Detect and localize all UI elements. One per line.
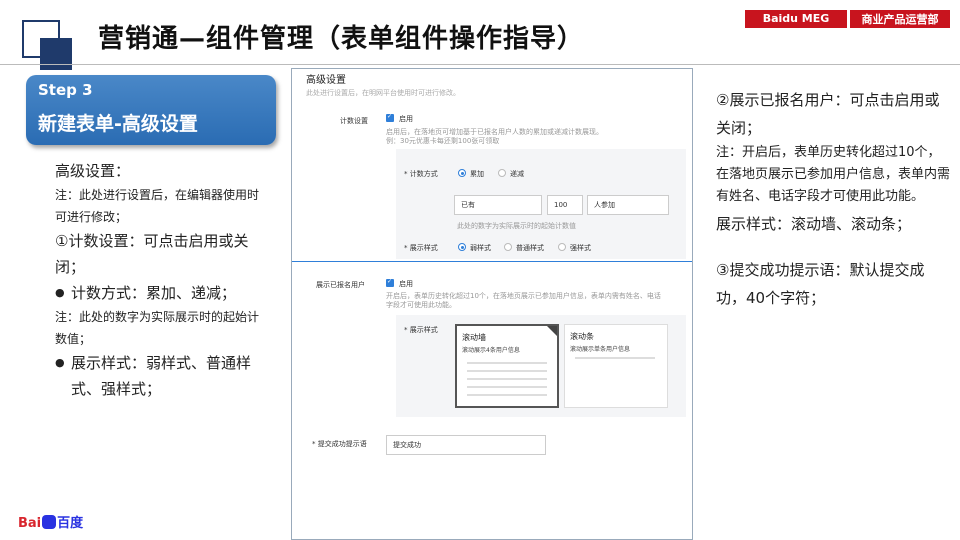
submit-tip-field[interactable]: 提交成功 — [386, 435, 546, 455]
note-show-users: ②展示已报名用户：可点击启用或关闭； — [716, 91, 940, 137]
bar-row — [575, 357, 655, 359]
baidu-meg-tag: Baidu MEG — [745, 10, 847, 28]
number-hint: 此处的数字为实际展示时的起始计数值 — [457, 222, 576, 230]
logo-square-filled — [40, 38, 72, 70]
wall-row — [467, 386, 547, 388]
radio-normal-label: 普通样式 — [516, 244, 544, 252]
count-enable-label: 启用 — [399, 115, 413, 123]
note-count-setting: ①计数设置：可点击启用或关闭； — [55, 232, 249, 276]
radio-decrease[interactable] — [498, 169, 506, 177]
wall-row — [467, 394, 547, 396]
submit-tip-label: * 提交成功提示语 — [312, 440, 367, 448]
wall-row — [467, 362, 547, 364]
count-suffix-field[interactable]: 人参加 — [587, 195, 669, 215]
baidu-logo-text: Bai — [18, 516, 42, 531]
paw-icon — [42, 515, 57, 529]
radio-weak-style[interactable] — [458, 243, 466, 251]
header-divider — [0, 64, 960, 65]
count-value-field[interactable]: 100 — [547, 195, 583, 215]
count-example: 例：30元优惠卡每还剩100张可领取 — [386, 137, 500, 145]
radio-weak-label: 弱样式 — [470, 244, 491, 252]
radio-decrease-label: 递减 — [510, 170, 524, 178]
baidu-logo-cn: 百度 — [57, 516, 84, 531]
card-scroll-wall-title: 滚动墙 — [462, 333, 486, 342]
note-start-value: 注：此处的数字为实际展示时的起始计数值； — [55, 310, 260, 346]
count-setting-label: 计数设置 — [340, 117, 368, 125]
show-style-label: * 展示样式 — [404, 326, 438, 334]
note-show-style: 展示样式：滚动墙、滚动条； — [716, 215, 912, 233]
note-editable: 注：此处进行设置后，在编辑器使用时可进行修改； — [55, 188, 260, 224]
radio-normal-style[interactable] — [504, 243, 512, 251]
step-badge: Step 3 新建表单-高级设置 — [26, 75, 276, 145]
panel-title: 高级设置 — [306, 75, 346, 86]
count-enable-checkbox[interactable] — [386, 113, 394, 122]
note-submit-tip: ③提交成功提示语：默认提交成功，40个字符； — [716, 261, 925, 307]
step-number: Step 3 — [38, 81, 93, 99]
show-users-checkbox[interactable] — [386, 278, 394, 287]
card-scroll-bar[interactable]: 滚动条 滚动展示单条用户信息 — [564, 324, 668, 408]
style-label: * 展示样式 — [404, 244, 438, 252]
page-title: 营销通—组件管理（表单组件操作指导） — [98, 24, 585, 54]
card-scroll-bar-title: 滚动条 — [570, 332, 594, 341]
right-notes: ②展示已报名用户：可点击启用或关闭； 注：开启后，表单历史转化超过10个，在落地… — [716, 86, 952, 312]
section-divider — [292, 261, 692, 262]
radio-strong-style[interactable] — [558, 243, 566, 251]
note-display-style: 展示样式：弱样式、普通样式、强样式； — [55, 350, 265, 402]
settings-screenshot: 高级设置 此处进行设置后，在明网平台使用时可进行修改。 计数设置 启用 启用后，… — [291, 68, 693, 540]
note-show-users-detail: 注：开启后，表单历史转化超过10个，在落地页展示已参加用户信息，表单内需有姓名、… — [716, 145, 951, 204]
department-tag: 商业产品运营部 — [850, 10, 950, 28]
note-advanced-settings: 高级设置： — [55, 162, 131, 180]
step-title: 新建表单-高级设置 — [38, 113, 198, 135]
show-users-hint: 开启后，表单历史转化超过10个，在落地页展示已参加用户信息，表单内需有姓名、电话… — [386, 292, 661, 309]
selected-corner-icon — [547, 326, 557, 336]
baidu-logo: Bai 百度 — [18, 512, 83, 531]
card-scroll-wall-sub: 滚动展示4条用户信息 — [462, 347, 520, 354]
count-method-label: * 计数方式 — [404, 170, 438, 178]
left-notes: 高级设置： 注：此处进行设置后，在编辑器使用时可进行修改； ①计数设置：可点击启… — [55, 158, 265, 402]
show-users-enable-label: 启用 — [399, 280, 413, 288]
wall-row — [467, 378, 547, 380]
count-prefix-field[interactable]: 已有 — [454, 195, 542, 215]
card-scroll-bar-sub: 滚动展示单条用户信息 — [570, 346, 631, 353]
radio-accumulate[interactable] — [458, 169, 466, 177]
radio-accumulate-label: 累加 — [470, 170, 484, 178]
wall-row — [467, 370, 547, 372]
card-scroll-wall[interactable]: 滚动墙 滚动展示4条用户信息 — [455, 324, 559, 408]
panel-subtitle: 此处进行设置后，在明网平台使用时可进行修改。 — [306, 89, 460, 97]
note-count-method: 计数方式：累加、递减； — [55, 280, 265, 306]
radio-strong-label: 强样式 — [570, 244, 591, 252]
show-users-label: 展示已报名用户 — [316, 281, 365, 289]
